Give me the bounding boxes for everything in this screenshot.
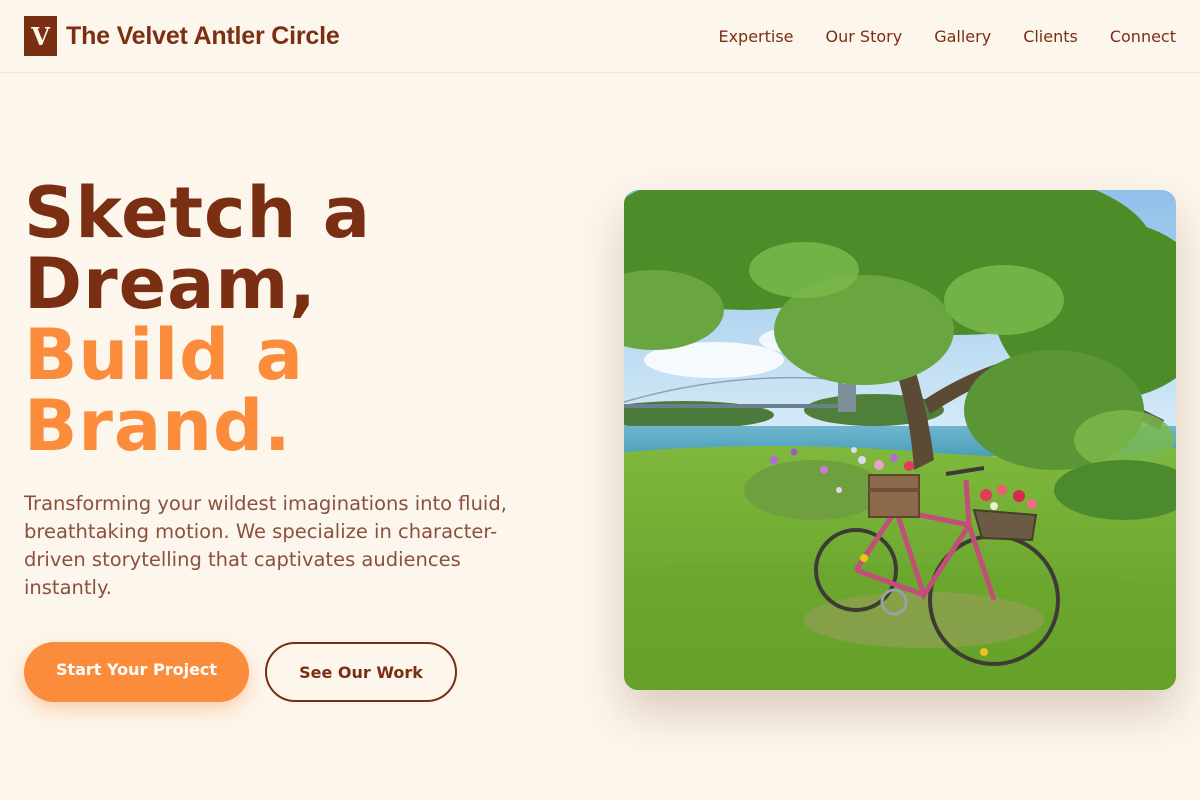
hero-description: Transforming your wildest imaginations i… <box>24 492 507 599</box>
brand[interactable]: V The Velvet Antler Circle <box>24 16 340 56</box>
site-header: V The Velvet Antler Circle Expertise Our… <box>0 0 1200 73</box>
main-nav: Expertise Our Story Gallery Clients Conn… <box>718 27 1176 46</box>
hero-title-line-1: Sketch a <box>24 172 371 254</box>
logo-mark[interactable]: V <box>24 16 57 56</box>
see-work-button[interactable]: See Our Work <box>265 642 457 702</box>
nav-link-connect[interactable]: Connect <box>1110 27 1176 46</box>
start-project-button[interactable]: Start Your Project <box>24 642 249 702</box>
hero-title-line-2: Dream, <box>24 243 317 325</box>
hero-illustration <box>624 190 1176 690</box>
nav-link-expertise[interactable]: Expertise <box>718 27 793 46</box>
hero-image <box>624 190 1176 690</box>
hero-title-line-3: Build a <box>24 314 304 396</box>
front-basket <box>972 508 1038 542</box>
nav-link-gallery[interactable]: Gallery <box>934 27 991 46</box>
hero-title: Sketch a Dream, Build a Brand. <box>24 178 371 462</box>
crate-basket <box>868 474 920 518</box>
nav-link-clients[interactable]: Clients <box>1023 27 1078 46</box>
brand-name[interactable]: The Velvet Antler Circle <box>66 22 340 51</box>
nav-link-our-story[interactable]: Our Story <box>826 27 903 46</box>
hero-title-line-4: Brand. <box>24 385 292 467</box>
